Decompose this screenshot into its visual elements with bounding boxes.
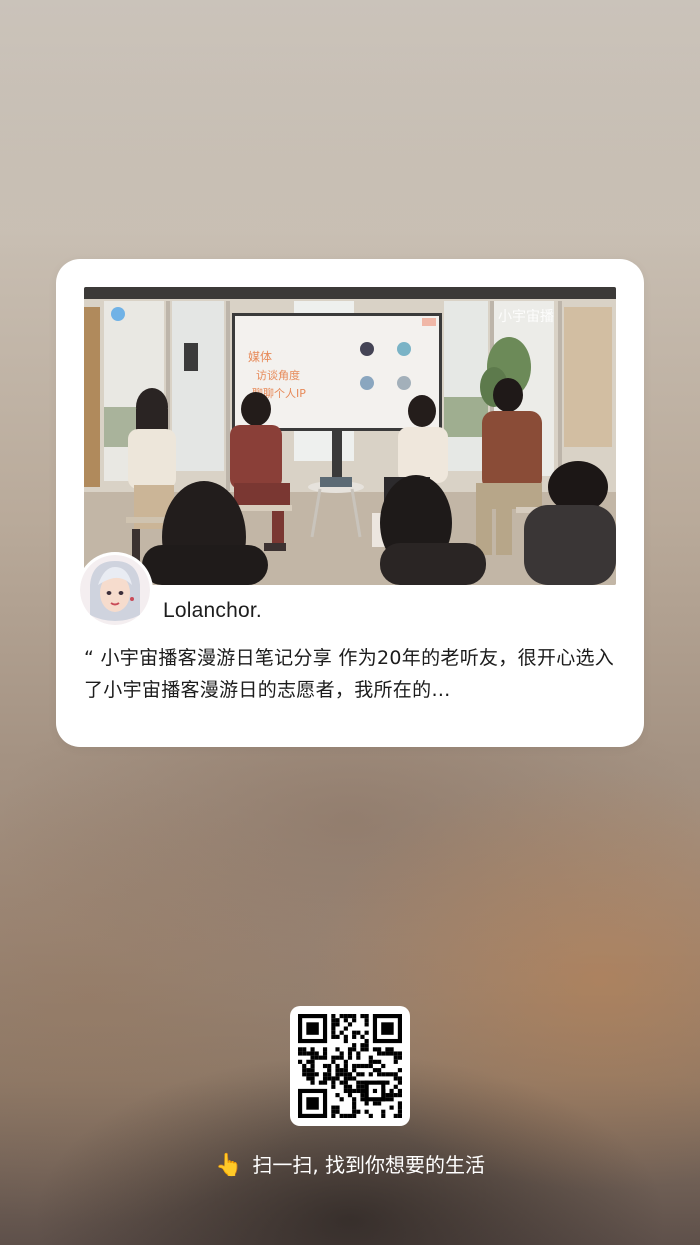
screen-text-2: 访谈角度 — [256, 368, 300, 382]
post-card[interactable]: 媒体 访谈角度 聊聊个人IP 小宇宙播 Lolanchor. “ 小宇宙播客漫游… — [56, 259, 644, 747]
post-photo[interactable]: 媒体 访谈角度 聊聊个人IP 小宇宙播 — [84, 287, 616, 585]
scan-prompt: 👆 扫一扫, 找到你想要的生活 — [0, 1149, 700, 1178]
scan-text: 扫一扫, 找到你想要的生活 — [252, 1153, 486, 1177]
author-name[interactable]: Lolanchor. — [163, 599, 262, 623]
avatar-illustration — [80, 555, 150, 625]
avatar[interactable] — [80, 555, 150, 625]
pointing-hand-icon: 👆 — [214, 1153, 243, 1178]
qr-code — [290, 1006, 410, 1126]
background-glow — [0, 0, 700, 260]
photo-watermark: 小宇宙播 — [498, 309, 554, 325]
post-excerpt[interactable]: “ 小宇宙播客漫游日笔记分享 作为20年的老听友，很开心选入了小宇宙播客漫游日的… — [84, 642, 618, 706]
qr-code-icon — [298, 1014, 402, 1118]
screen-text-1: 媒体 — [248, 350, 272, 364]
